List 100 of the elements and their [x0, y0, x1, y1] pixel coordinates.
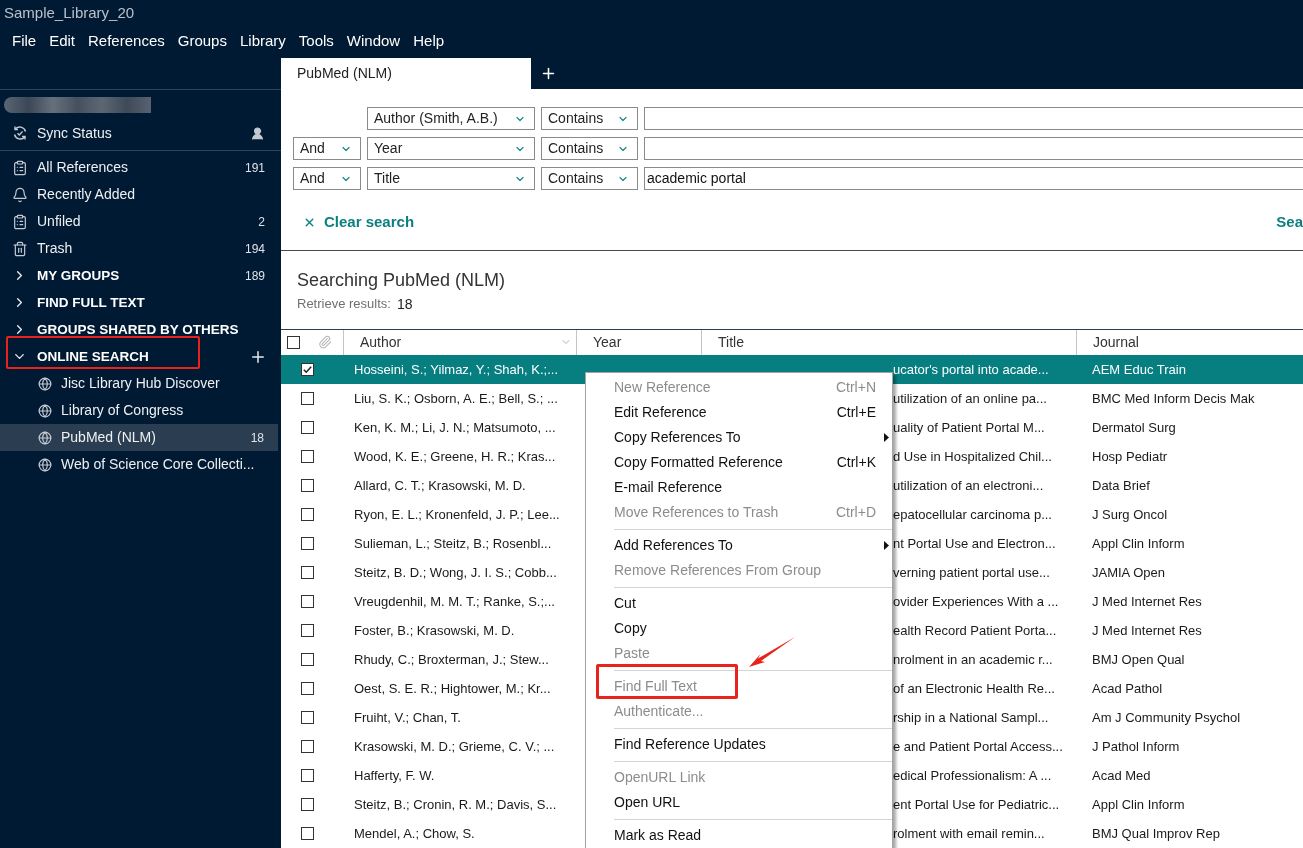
checkbox[interactable]	[301, 566, 314, 579]
operator-dropdown[interactable]: Contains	[541, 107, 638, 130]
field-dropdown[interactable]: Author (Smith, A.B.)	[367, 107, 535, 130]
table-cell: Sulieman, L.; Steitz, B.; Rosenbl...	[354, 535, 552, 551]
menu-bar-item[interactable]: Edit	[49, 32, 76, 50]
sidebar-item[interactable]: Trash 194	[0, 235, 281, 262]
checkbox[interactable]	[301, 711, 314, 724]
sync-status-item[interactable]: Sync Status	[12, 122, 112, 144]
checkbox[interactable]	[301, 653, 314, 666]
checkbox[interactable]	[301, 595, 314, 608]
table-cell: rolment with email remin...	[893, 825, 1045, 841]
results-heading: Searching PubMed (NLM)	[297, 268, 506, 291]
connector-dropdown[interactable]: And	[293, 137, 361, 160]
sidebar-item[interactable]: Web of Science Core Collecti...	[0, 451, 278, 478]
menu-item[interactable]: Cut	[586, 591, 892, 616]
menu-bar-item[interactable]: File	[12, 32, 37, 50]
menu-bar-item[interactable]: Window	[346, 32, 401, 50]
operator-dropdown[interactable]: Contains	[541, 167, 638, 190]
checkbox[interactable]	[301, 508, 314, 521]
menu-bar-item[interactable]: Groups	[177, 32, 227, 50]
table-cell: e and Patient Portal Access...	[893, 738, 1063, 754]
table-cell: J Surg Oncol	[1092, 506, 1168, 522]
table-cell: utilization of an electroni...	[893, 477, 1044, 493]
checkbox[interactable]	[301, 363, 314, 376]
menu-bar-item[interactable]: Help	[413, 32, 445, 50]
search-button[interactable]: Sea	[1276, 210, 1303, 234]
menu-item[interactable]: Find Reference Updates	[586, 732, 892, 757]
table-cell: Ryon, E. L.; Kronenfeld, J. P.; Lee...	[354, 506, 560, 522]
tab[interactable]: PubMed (NLM)	[281, 58, 531, 89]
table-cell: Steitz, B. D.; Wong, J. I. S.; Cobb...	[354, 564, 557, 580]
sidebar-item[interactable]: All References 191	[0, 154, 281, 181]
sidebar-item[interactable]: Library of Congress	[0, 397, 278, 424]
table-cell: BMJ Open Qual	[1092, 651, 1185, 667]
clipboard-icon	[12, 213, 28, 230]
sidebar-section[interactable]: MY GROUPS 189	[0, 262, 281, 289]
table-cell: Acad Med	[1092, 767, 1151, 783]
table-cell: epatocellular carcinoma p...	[893, 506, 1052, 522]
person-icon[interactable]	[250, 125, 265, 141]
table-cell: nrolment in an academic r...	[893, 651, 1053, 667]
table-cell: Dermatol Surg	[1092, 419, 1176, 435]
sidebar-item[interactable]: Unfiled 2	[0, 208, 281, 235]
bell-icon	[12, 186, 28, 203]
sidebar-item[interactable]: Recently Added	[0, 181, 281, 208]
sidebar-section[interactable]: GROUPS SHARED BY OTHERS	[0, 316, 281, 343]
sidebar-item[interactable]: Jisc Library Hub Discover	[0, 370, 278, 397]
table-cell: Mendel, A.; Chow, S.	[354, 825, 475, 841]
sync-icon	[12, 125, 28, 141]
table-cell: BMJ Qual Improv Rep	[1092, 825, 1220, 841]
checkbox[interactable]	[301, 682, 314, 695]
table-cell: Data Brief	[1092, 477, 1150, 493]
sidebar-section[interactable]: FIND FULL TEXT	[0, 289, 281, 316]
menu-item[interactable]: Add References To	[586, 533, 892, 558]
checkbox[interactable]	[301, 769, 314, 782]
search-input[interactable]	[644, 137, 1303, 160]
checkbox[interactable]	[301, 392, 314, 405]
table-cell: ovider Experiences With a ...	[893, 593, 1059, 609]
menu-item[interactable]: Edit Reference Ctrl+E	[586, 400, 892, 425]
checkbox[interactable]	[301, 624, 314, 637]
field-dropdown[interactable]: Title	[367, 167, 535, 190]
table-cell: Fruiht, V.; Chan, T.	[354, 709, 461, 725]
table-cell: Wood, K. E.; Greene, H. R.; Kras...	[354, 448, 556, 464]
table-cell: Krasowski, M. D.; Grieme, C. V.; ...	[354, 738, 555, 754]
menu-bar-item[interactable]: Library	[239, 32, 286, 50]
checkbox[interactable]	[301, 421, 314, 434]
table-cell: Oest, S. E. R.; Hightower, M.; Kr...	[354, 680, 551, 696]
menu-item[interactable]: Open URL	[586, 790, 892, 815]
clipboard-icon	[12, 159, 28, 176]
checkbox[interactable]	[301, 450, 314, 463]
search-input[interactable]: academic portal	[644, 167, 1303, 190]
menu-item[interactable]: Copy References To	[586, 425, 892, 450]
operator-dropdown[interactable]: Contains	[541, 137, 638, 160]
menu-item[interactable]: Mark as Read	[586, 823, 892, 848]
globe-icon	[38, 430, 52, 445]
table-cell: d Use in Hospitalized Chil...	[893, 448, 1052, 464]
table-cell: Appl Clin Inform	[1092, 796, 1185, 812]
table-cell: Appl Clin Inform	[1092, 535, 1185, 551]
sidebar-item[interactable]: PubMed (NLM) 18	[0, 424, 278, 451]
menu-item[interactable]: E-mail Reference	[586, 475, 892, 500]
checkbox[interactable]	[287, 335, 300, 349]
menu-bar-item[interactable]: References	[88, 32, 165, 50]
table-cell: AEM Educ Train	[1092, 361, 1186, 377]
checkbox[interactable]	[301, 537, 314, 550]
table-cell: Liu, S. K.; Osborn, A. E.; Bell, S.; ...	[354, 390, 558, 406]
menu-item[interactable]: Copy	[586, 616, 892, 641]
globe-icon	[38, 403, 52, 418]
menu-item[interactable]: Copy Formatted Reference Ctrl+K	[586, 450, 892, 475]
checkbox[interactable]	[301, 479, 314, 492]
results-count: 18	[396, 294, 413, 313]
checkbox[interactable]	[301, 827, 314, 840]
search-input[interactable]	[644, 107, 1303, 130]
checkbox[interactable]	[301, 798, 314, 811]
sidebar-section[interactable]: ONLINE SEARCH	[0, 343, 249, 370]
clear-search-button[interactable]: Clear search	[303, 210, 415, 234]
table-cell: uality of Patient Portal M...	[893, 419, 1045, 435]
add-tab-icon[interactable]	[540, 65, 557, 82]
table-cell: Allard, C. T.; Krasowski, M. D.	[354, 477, 526, 493]
connector-dropdown[interactable]: And	[293, 167, 361, 190]
checkbox[interactable]	[301, 740, 314, 753]
menu-bar-item[interactable]: Tools	[298, 32, 334, 50]
field-dropdown[interactable]: Year	[367, 137, 535, 160]
